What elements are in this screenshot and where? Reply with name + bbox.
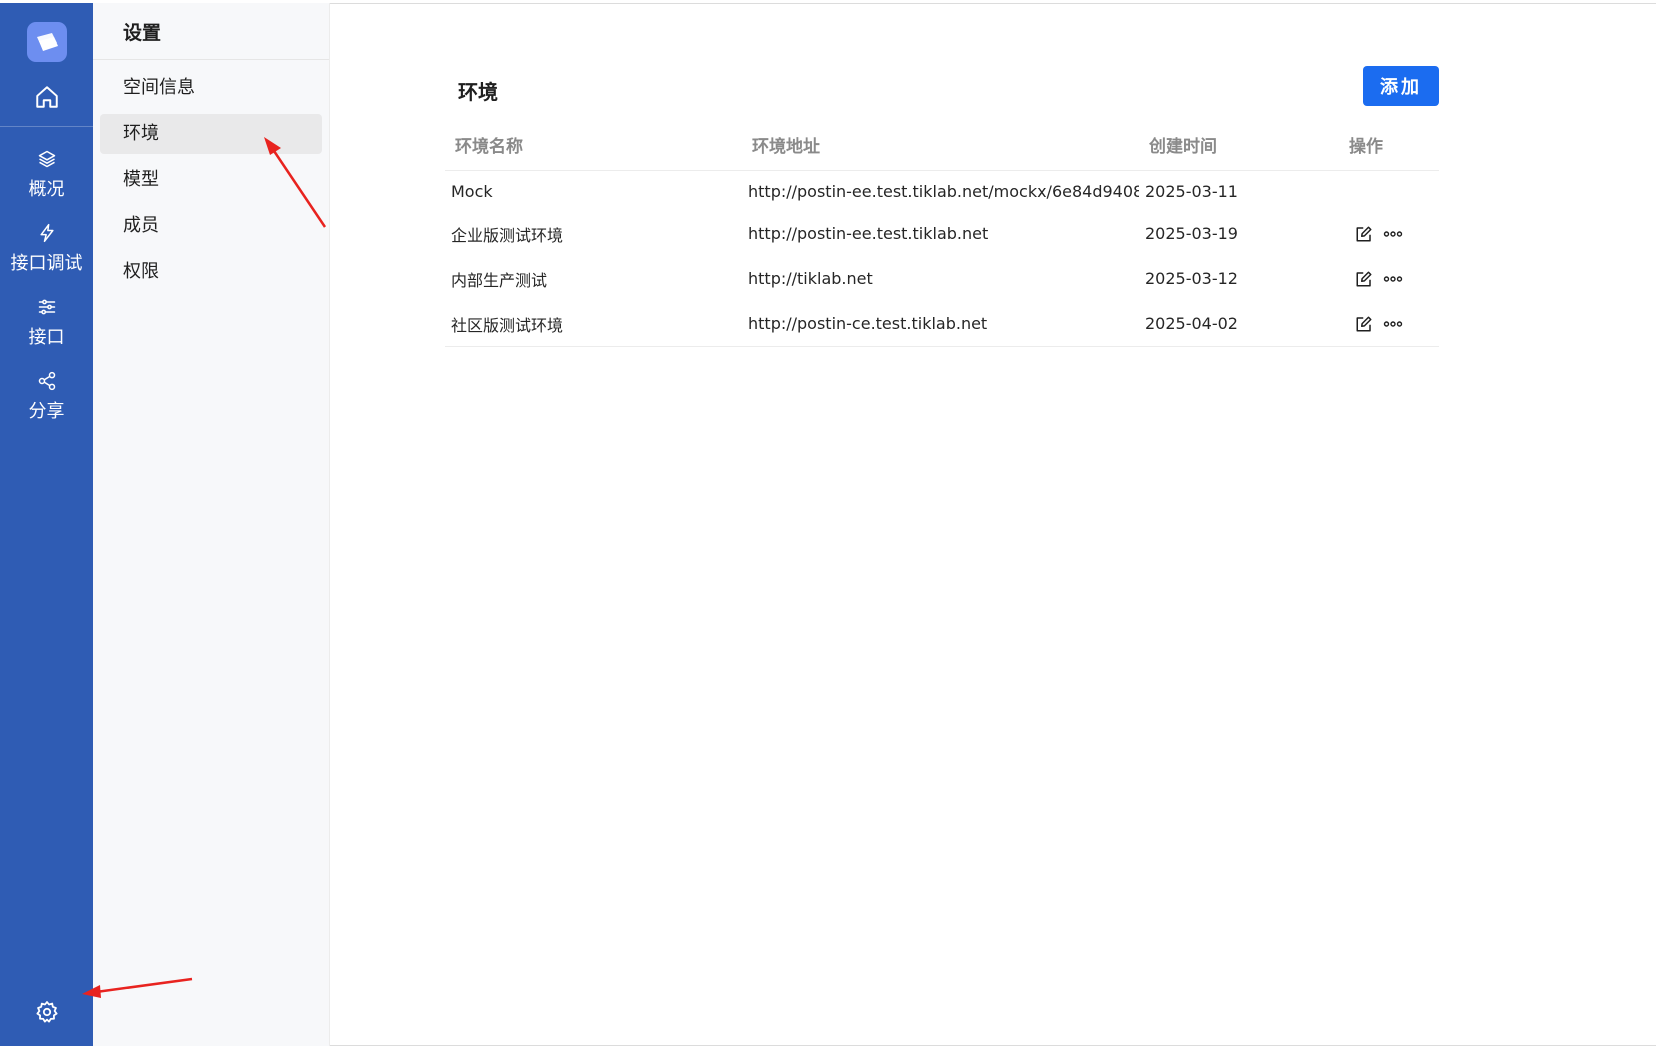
env-name-cell: Mock	[451, 181, 493, 201]
env-created-cell: 2025-04-02	[1139, 301, 1339, 347]
nav-api[interactable]: 接口	[0, 297, 93, 349]
row-actions	[1345, 270, 1439, 288]
home-button[interactable]	[0, 84, 93, 127]
environment-table: 环境名称 环境地址 创建时间 操作 Mock http://postin-ee.t…	[445, 124, 1439, 347]
env-url-cell: http://postin-ee.test.tiklab.net	[748, 224, 989, 243]
env-actions-cell	[1339, 256, 1439, 301]
env-actions-cell	[1339, 301, 1439, 347]
nav-share-label: 分享	[28, 401, 65, 422]
gear-icon	[35, 1000, 59, 1028]
menu-item-model[interactable]: 模型	[100, 160, 322, 200]
more-icon[interactable]	[1383, 275, 1403, 283]
edit-icon[interactable]	[1355, 270, 1373, 288]
menu-title: 设置	[93, 3, 329, 60]
nav-share[interactable]: 分享	[0, 371, 93, 423]
layers-icon	[37, 149, 57, 173]
menu-item-members[interactable]: 成员	[100, 206, 322, 246]
left-nav-rail: 概况 接口调试 接口 分享	[0, 3, 93, 1046]
table-row[interactable]: Mock http://postin-ee.test.tiklab.net/moc…	[445, 171, 1439, 212]
settings-button[interactable]	[0, 1000, 93, 1028]
env-url-cell: http://postin-ce.test.tiklab.net	[742, 301, 1139, 347]
home-icon	[34, 84, 60, 114]
menu-item-environment[interactable]: 环境	[100, 114, 322, 154]
env-created-cell: 2025-03-19	[1145, 224, 1238, 243]
env-name-cell: 企业版测试环境	[451, 225, 564, 245]
sliders-icon	[37, 297, 57, 321]
env-url-cell: http://postin-ee.test.tiklab.net/mockx/6…	[748, 181, 1139, 201]
more-icon[interactable]	[1383, 320, 1403, 328]
table-row[interactable]: 社区版测试环境 http://postin-ce.test.tiklab.net 2…	[445, 301, 1439, 347]
env-created-cell: 2025-03-11	[1145, 181, 1238, 201]
nav-overview[interactable]: 概况	[0, 149, 93, 201]
column-header-name: 环境名称	[445, 124, 742, 171]
column-header-url: 环境地址	[742, 124, 1139, 171]
menu-item-space-info[interactable]: 空间信息	[100, 68, 322, 108]
edit-icon[interactable]	[1355, 225, 1373, 243]
env-actions-cell	[1339, 211, 1439, 256]
app-logo-icon[interactable]	[26, 22, 67, 62]
settings-menu: 设置 空间信息 环境 模型 成员 权限	[93, 3, 330, 1046]
env-name-cell: 社区版测试环境	[445, 301, 742, 347]
add-environment-button[interactable]: 添加	[1363, 66, 1439, 106]
env-actions-cell	[1339, 171, 1439, 212]
lightning-icon	[37, 223, 57, 247]
nav-api-debug-label: 接口调试	[10, 253, 83, 274]
nav-overview-label: 概况	[28, 179, 65, 200]
environment-panel: 环境 添加 环境名称 环境地址 创建时间 操作 Mock http://posti…	[445, 62, 1439, 347]
table-row[interactable]: 企业版测试环境 http://postin-ee.test.tiklab.net 2…	[445, 211, 1439, 256]
row-actions	[1345, 225, 1439, 243]
menu-item-permissions[interactable]: 权限	[100, 252, 322, 292]
table-header-row: 环境名称 环境地址 创建时间 操作	[445, 124, 1439, 171]
share-icon	[37, 371, 57, 395]
env-url-cell: http://tiklab.net	[748, 269, 873, 288]
env-name-cell: 内部生产测试	[451, 270, 548, 290]
env-created-cell: 2025-03-12	[1145, 269, 1238, 288]
nav-api-debug[interactable]: 接口调试	[0, 223, 93, 275]
more-icon[interactable]	[1383, 230, 1403, 238]
page-title: 环境	[458, 80, 498, 104]
table-row[interactable]: 内部生产测试 http://tiklab.net 2025-03-12	[445, 256, 1439, 301]
nav-api-label: 接口	[28, 327, 65, 348]
row-actions	[1345, 315, 1439, 333]
column-header-actions: 操作	[1339, 124, 1439, 171]
column-header-created: 创建时间	[1139, 124, 1339, 171]
edit-icon[interactable]	[1355, 315, 1373, 333]
